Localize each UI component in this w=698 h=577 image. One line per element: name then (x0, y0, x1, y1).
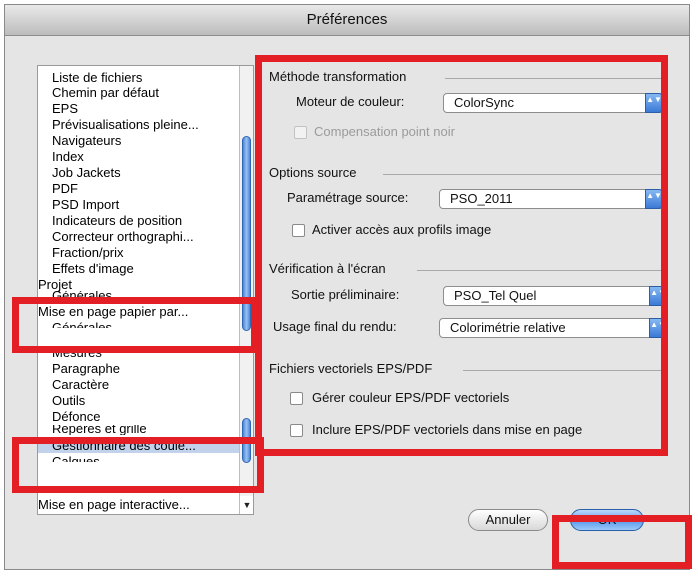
stepper-icon: ▲▼ (645, 93, 663, 113)
sidebar-item-gestionnaire-couleurs[interactable]: Gestionnaire des coule... (38, 438, 239, 453)
image-profiles-label: Activer accès aux profils image (312, 222, 492, 237)
sidebar-item-navigateurs[interactable]: Navigateurs (52, 133, 121, 148)
scrollbar-thumb-top[interactable] (242, 136, 251, 331)
sidebar-item-calques[interactable]: Calques (52, 454, 100, 462)
window-title: Préférences (5, 5, 689, 36)
sidebar-item-index[interactable]: Index (52, 149, 84, 164)
stepper-icon: ▲▼ (649, 318, 667, 338)
scrollbar-thumb-bottom[interactable] (242, 418, 251, 463)
section-divider (417, 270, 663, 271)
preferences-sidebar[interactable]: Liste de fichiers Chemin par défaut EPS … (37, 65, 254, 515)
rendering-intent-value: Colorimétrie relative (450, 320, 566, 335)
preferences-window: Préférences Liste de fichiers Chemin par… (4, 4, 690, 570)
blackpoint-checkbox[interactable] (294, 126, 307, 139)
section-title-proof: Vérification à l'écran (269, 261, 386, 276)
include-vector-label: Inclure EPS/PDF vectoriels dans mise en … (312, 422, 583, 437)
sidebar-item-effets-image[interactable]: Effets d'image (52, 261, 134, 276)
rendering-intent-select[interactable]: Colorimétrie relative ▲▼ (439, 318, 667, 338)
manage-vector-label: Gérer couleur EPS/PDF vectoriels (312, 390, 510, 405)
sidebar-item-eps[interactable]: EPS (52, 101, 78, 116)
sidebar-item-mesures[interactable]: Mesures (52, 345, 102, 360)
section-title-transform: Méthode transformation (269, 69, 407, 84)
sidebar-item-pdf[interactable]: PDF (52, 181, 78, 196)
sidebar-item-outils[interactable]: Outils (52, 393, 85, 408)
blackpoint-label: Compensation point noir (314, 124, 455, 139)
cancel-button[interactable]: Annuler (468, 509, 548, 531)
sidebar-group-projet[interactable]: Projet (38, 277, 72, 292)
proof-output-select[interactable]: PSO_Tel Quel ▲▼ (443, 286, 667, 306)
proof-output-label: Sortie préliminaire: (291, 287, 400, 302)
sidebar-item-indicateurs[interactable]: Indicateurs de position (52, 213, 182, 228)
stepper-icon: ▲▼ (645, 189, 663, 209)
sidebar-item-liste-de-fichiers[interactable]: Liste de fichiers (52, 70, 142, 85)
sidebar-item-psd-import[interactable]: PSD Import (52, 197, 119, 212)
sidebar-group-mise-en-page-papier[interactable]: Mise en page papier par... (38, 304, 188, 319)
chevron-down-icon[interactable]: ▼ (239, 496, 253, 514)
proof-output-value: PSO_Tel Quel (454, 288, 537, 303)
section-divider (445, 78, 663, 79)
section-divider (383, 174, 663, 175)
ok-button[interactable]: OK (570, 509, 644, 531)
sidebar-item-defonce[interactable]: Défonce (52, 409, 100, 424)
stepper-icon: ▲▼ (649, 286, 667, 306)
sidebar-scrollbar[interactable] (239, 66, 253, 496)
sidebar-item-generales-papier[interactable]: Générales (52, 320, 112, 328)
color-engine-select[interactable]: ColorSync ▲▼ (443, 93, 663, 113)
image-profiles-checkbox[interactable] (292, 224, 305, 237)
section-divider (463, 370, 663, 371)
sidebar-group-mise-en-page-interactive[interactable]: Mise en page interactive... (38, 497, 190, 512)
sidebar-item-reperes-grille[interactable]: Repères et grille (52, 425, 147, 435)
rendering-intent-label: Usage final du rendu: (273, 319, 397, 334)
include-vector-checkbox[interactable] (290, 424, 303, 437)
source-setting-value: PSO_2011 (450, 191, 513, 206)
sidebar-item-previsualisations[interactable]: Prévisualisations pleine... (52, 117, 199, 132)
source-setting-label: Paramétrage source: (287, 190, 409, 205)
sidebar-item-paragraphe[interactable]: Paragraphe (52, 361, 120, 376)
sidebar-item-chemin-par-defaut[interactable]: Chemin par défaut (52, 85, 159, 100)
sidebar-item-job-jackets[interactable]: Job Jackets (52, 165, 121, 180)
color-engine-label: Moteur de couleur: (296, 94, 405, 109)
sidebar-item-generales-projet[interactable]: Générales (52, 291, 112, 302)
section-title-source: Options source (269, 165, 357, 180)
section-title-vector: Fichiers vectoriels EPS/PDF (269, 361, 433, 376)
manage-vector-checkbox[interactable] (290, 392, 303, 405)
color-engine-value: ColorSync (454, 95, 514, 110)
source-setting-select[interactable]: PSO_2011 ▲▼ (439, 189, 663, 209)
sidebar-item-fraction-prix[interactable]: Fraction/prix (52, 245, 124, 260)
sidebar-item-caractere[interactable]: Caractère (52, 377, 109, 392)
sidebar-item-correcteur[interactable]: Correcteur orthographi... (52, 229, 194, 244)
